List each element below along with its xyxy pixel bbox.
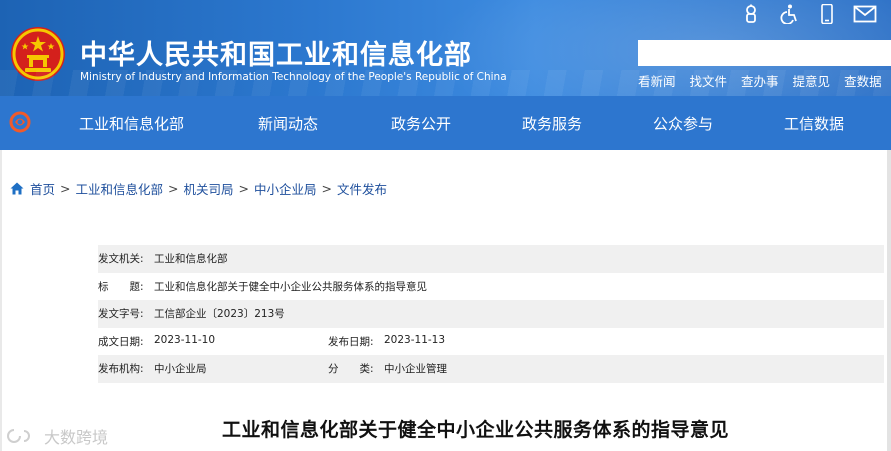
quick-link-data[interactable]: 查数据 — [844, 71, 882, 90]
meta-label-doc-number: 发文字号: — [98, 308, 144, 321]
watermark: 大数跨境 — [6, 424, 108, 448]
mail-icon[interactable] — [853, 4, 877, 24]
meta-value-issuer: 工业和信息化部 — [154, 253, 228, 266]
meta-row-dates: 成文日期: 2023-11-10 发布日期: 2023-11-13 — [98, 327, 884, 355]
breadcrumb-miit[interactable]: 工业和信息化部 — [76, 179, 164, 198]
quick-link-news[interactable]: 看新闻 — [638, 71, 676, 90]
accessibility-icon[interactable] — [777, 4, 801, 25]
top-icon-bar — [739, 3, 877, 25]
main-nav: 工业和信息化部 新闻动态 政务公开 政务服务 公众参与 工信数据 — [0, 96, 891, 150]
meta-row-title: 标 题: 工业和信息化部关于健全中小企业公共服务体系的指导意见 — [98, 272, 884, 300]
quick-link-services[interactable]: 查办事 — [741, 71, 779, 90]
nav-item-public-participation[interactable]: 公众参与 — [653, 113, 713, 134]
home-icon — [10, 182, 24, 195]
meta-col-category: 分 类: 中小企业管理 — [328, 361, 558, 376]
nav-item-data[interactable]: 工信数据 — [784, 113, 844, 134]
meta-value-publish-date: 2023-11-13 — [384, 333, 446, 346]
mobile-icon[interactable] — [815, 3, 839, 25]
search-input[interactable] — [638, 40, 891, 66]
quick-links: 看新闻 找文件 查办事 提意见 查数据 — [638, 71, 882, 90]
quick-link-feedback[interactable]: 提意见 — [793, 71, 831, 90]
robot-icon[interactable] — [739, 4, 763, 24]
meta-label-publish-date: 发布日期: — [328, 335, 374, 348]
site-header: 中华人民共和国工业和信息化部 Ministry of Industry and … — [0, 0, 891, 96]
nav-item-miit[interactable]: 工业和信息化部 — [79, 113, 184, 134]
meta-label-category: 分 类: — [328, 363, 374, 376]
meta-label-title: 标 题: — [98, 280, 144, 293]
meta-label-written-date: 成文日期: — [98, 335, 144, 348]
meta-label-publisher: 发布机构: — [98, 363, 144, 376]
meta-col-publish-date: 发布日期: 2023-11-13 — [328, 334, 558, 349]
breadcrumb: 首页 > 工业和信息化部 > 机关司局 > 中小企业局 > 文件发布 — [10, 179, 387, 198]
nav-item-news[interactable]: 新闻动态 — [258, 113, 318, 134]
page-border-left — [0, 150, 2, 451]
nav-item-government-services[interactable]: 政务服务 — [522, 113, 582, 134]
watermark-text: 大数跨境 — [44, 428, 109, 447]
breadcrumb-home[interactable]: 首页 — [30, 179, 55, 198]
meta-value-category: 中小企业管理 — [384, 363, 447, 376]
quick-link-files[interactable]: 找文件 — [690, 71, 728, 90]
miit-logo-icon — [9, 111, 31, 133]
meta-value-doc-number: 工信部企业〔2023〕213号 — [154, 308, 285, 321]
meta-col-written-date: 成文日期: 2023-11-10 — [98, 334, 328, 349]
breadcrumb-sme-bureau[interactable]: 中小企业局 — [254, 179, 317, 198]
breadcrumb-departments[interactable]: 机关司局 — [184, 179, 234, 198]
meta-row-publisher: 发布机构: 中小企业局 分 类: 中小企业管理 — [98, 355, 884, 383]
site-subtitle: Ministry of Industry and Information Tec… — [80, 71, 507, 83]
document-meta-table: 发文机关: 工业和信息化部 标 题: 工业和信息化部关于健全中小企业公共服务体系… — [98, 245, 884, 383]
breadcrumb-separator: > — [238, 181, 249, 196]
document-title: 工业和信息化部关于健全中小企业公共服务体系的指导意见 — [222, 419, 730, 441]
meta-value-title: 工业和信息化部关于健全中小企业公共服务体系的指导意见 — [154, 280, 427, 293]
site-title: 中华人民共和国工业和信息化部 — [80, 40, 472, 71]
page-border-right — [887, 150, 891, 451]
nav-item-government-affairs[interactable]: 政务公开 — [391, 113, 451, 134]
meta-label-issuer: 发文机关: — [98, 253, 144, 266]
breadcrumb-separator: > — [321, 181, 332, 196]
breadcrumb-separator: > — [60, 181, 71, 196]
meta-row-issuer: 发文机关: 工业和信息化部 — [98, 245, 884, 273]
breadcrumb-separator: > — [168, 181, 179, 196]
meta-value-written-date: 2023-11-10 — [154, 333, 216, 346]
breadcrumb-file-release[interactable]: 文件发布 — [337, 179, 387, 198]
meta-value-publisher: 中小企业局 — [154, 363, 207, 376]
meta-col-publisher: 发布机构: 中小企业局 — [98, 361, 328, 376]
national-emblem-icon — [11, 27, 65, 81]
meta-row-doc-number: 发文字号: 工信部企业〔2023〕213号 — [98, 300, 884, 328]
watermark-logo-icon — [7, 429, 30, 443]
